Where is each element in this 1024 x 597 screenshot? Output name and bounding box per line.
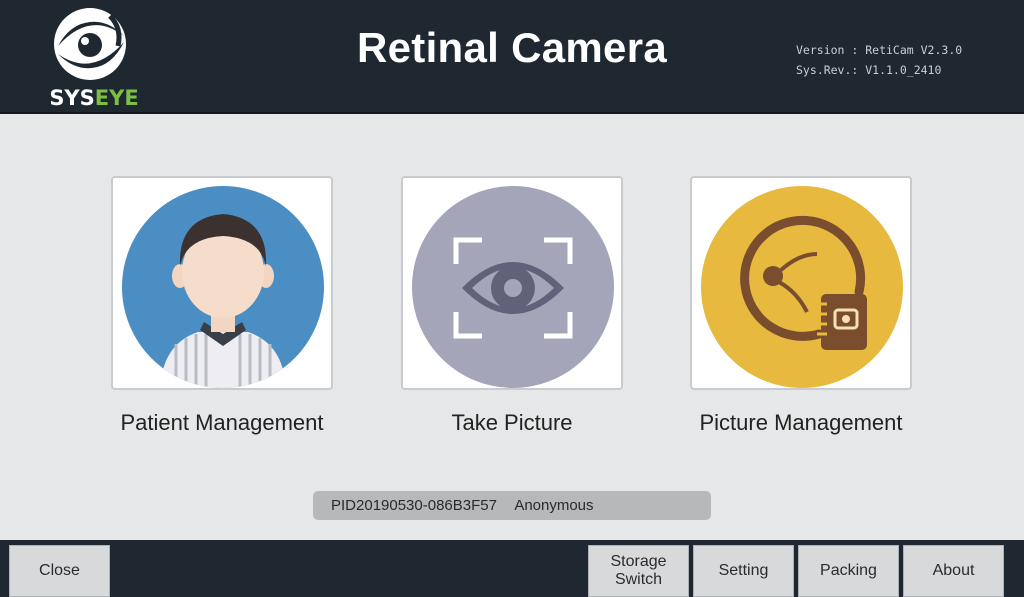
sysrev-line: Sys.Rev.: V1.1.0_2410 [796, 63, 942, 77]
patient-icon [122, 186, 324, 388]
about-button[interactable]: About [903, 545, 1004, 597]
app-window: SYSEYE Retinal Camera Version : RetiCam … [0, 0, 1024, 597]
storage-switch-label-1: Storage [610, 553, 667, 570]
current-patient-bar: PID20190530-086B3F57 Anonymous [313, 491, 711, 520]
patient-name: Anonymous [514, 497, 594, 514]
eye-scan-icon [412, 186, 614, 388]
version-line: Version : RetiCam V2.3.0 [796, 43, 963, 57]
picture-management-label: Picture Management [699, 410, 903, 435]
picture-folder-icon [701, 186, 903, 388]
patient-management-tile[interactable] [111, 176, 333, 390]
take-picture-label: Take Picture [451, 410, 573, 435]
storage-switch-button[interactable]: Storage Switch [588, 545, 689, 597]
patient-id: PID20190530-086B3F57 [331, 497, 497, 514]
logo: SYSEYE [38, 6, 148, 110]
syseye-logo-icon [54, 8, 126, 80]
packing-button[interactable]: Packing [798, 545, 899, 597]
storage-switch-label-2: Switch [614, 571, 663, 588]
logo-text: SYSEYE [49, 86, 139, 110]
patient-management-label: Patient Management [120, 410, 324, 435]
close-button[interactable]: Close [9, 545, 110, 597]
setting-button[interactable]: Setting [693, 545, 794, 597]
version-info: Version : RetiCam V2.3.0 Sys.Rev.: V1.1.… [796, 40, 962, 80]
picture-management-tile[interactable] [690, 176, 912, 390]
take-picture-tile[interactable] [401, 176, 623, 390]
header-bar: SYSEYE Retinal Camera Version : RetiCam … [0, 0, 1024, 114]
footer-bar: Close Storage Switch Setting Packing Abo… [0, 540, 1024, 597]
page-title: Retinal Camera [357, 24, 667, 71]
